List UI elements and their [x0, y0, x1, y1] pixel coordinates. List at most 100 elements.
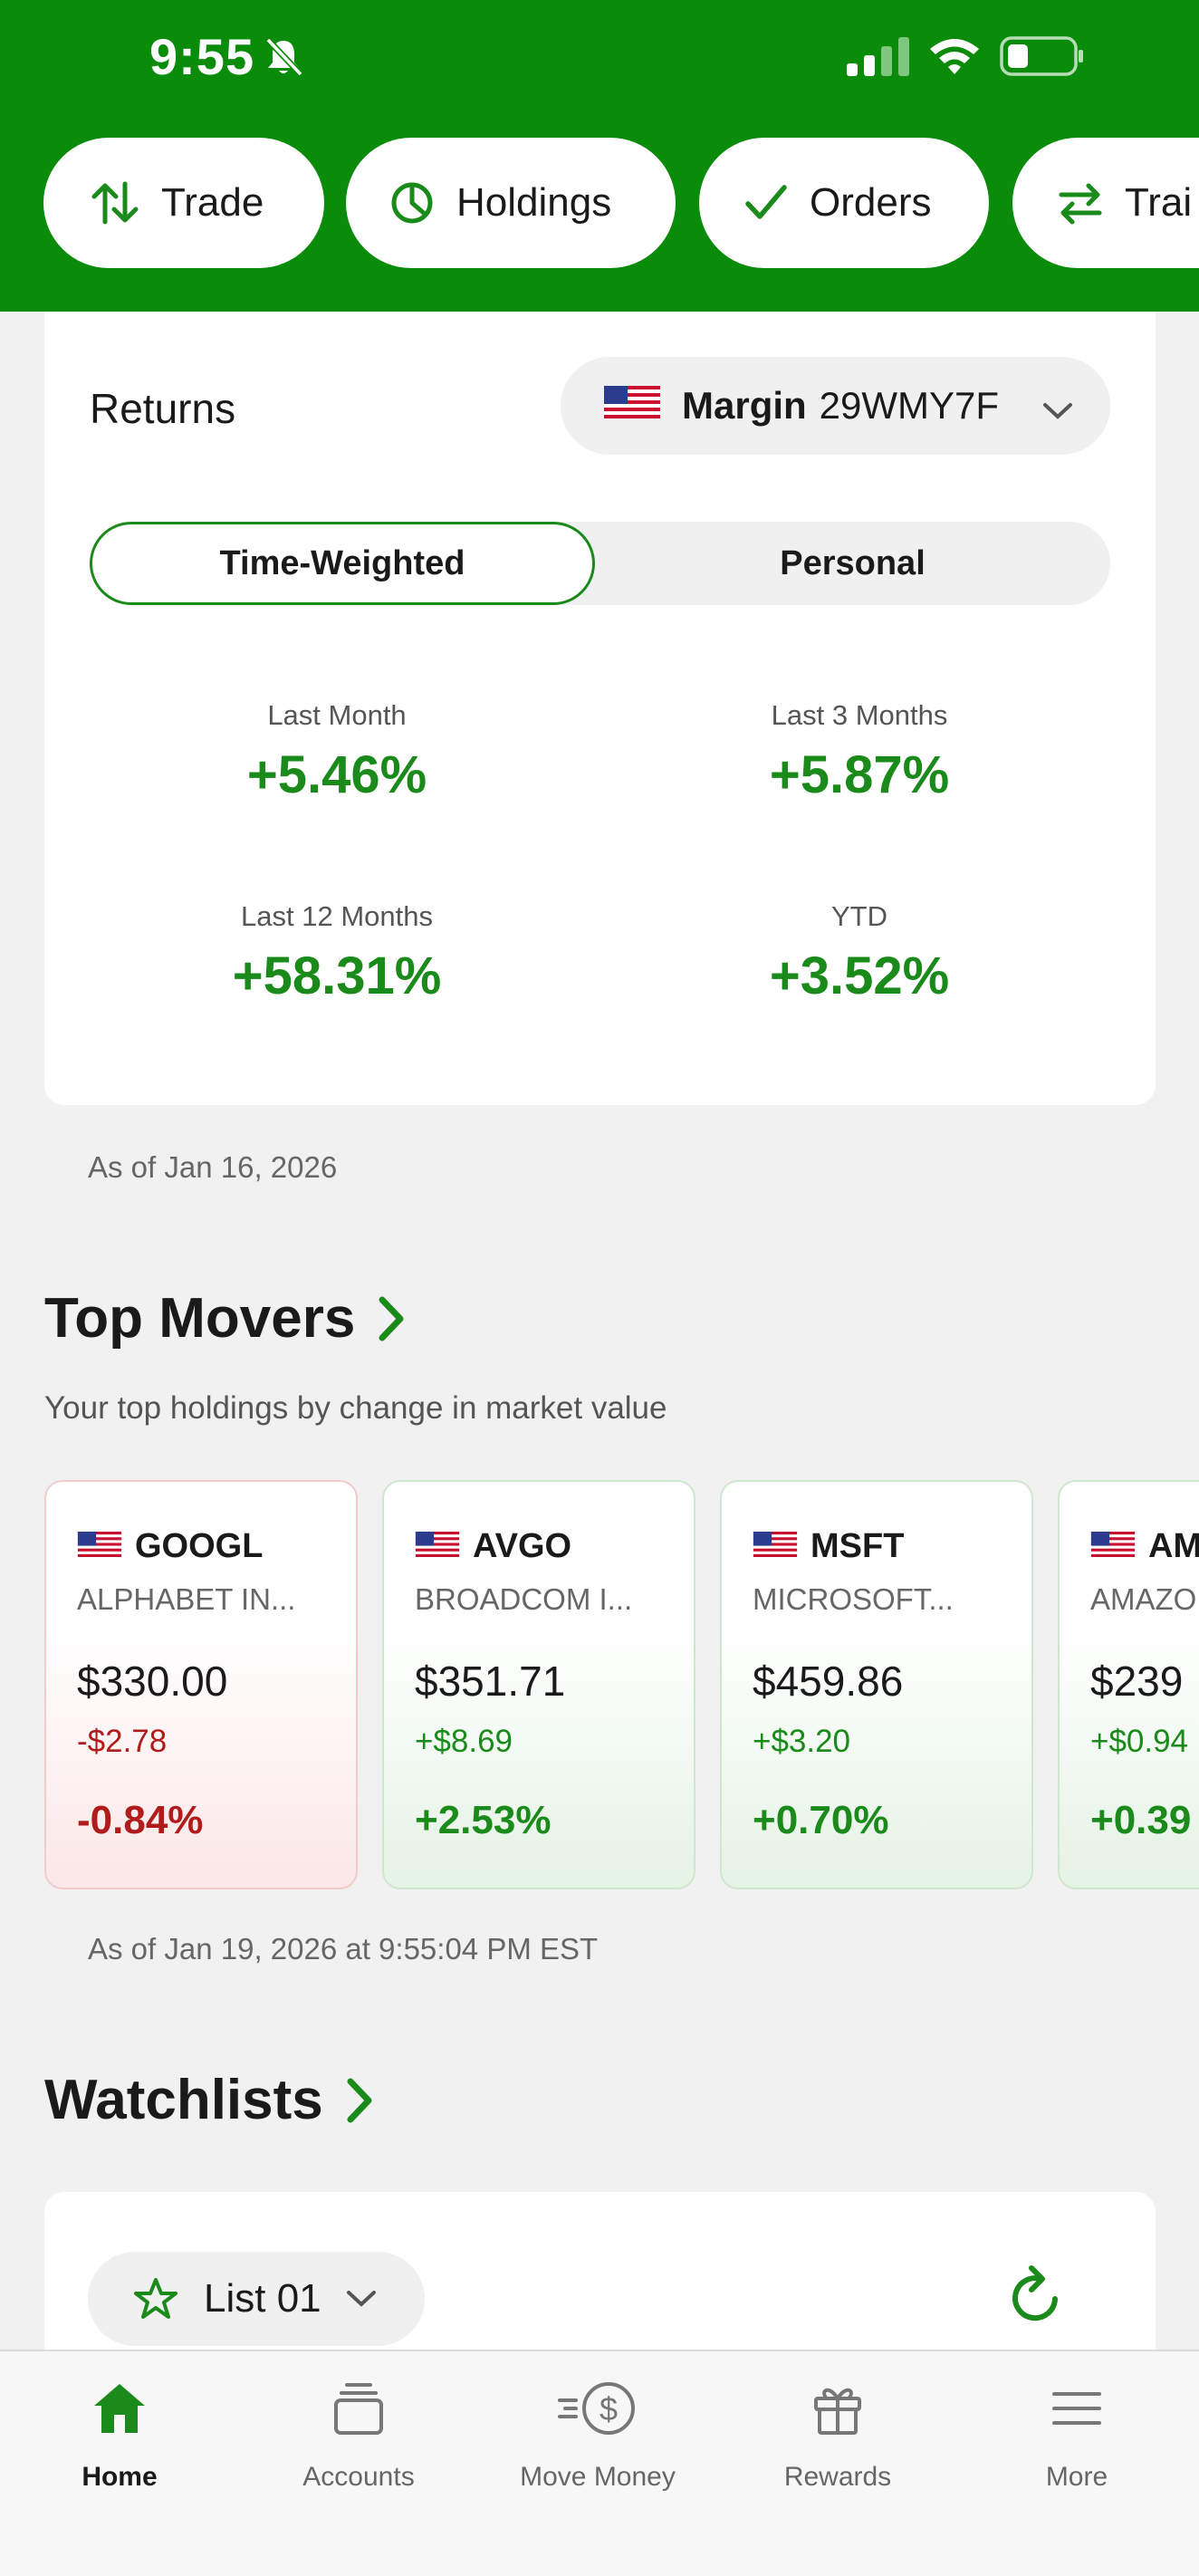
metric-value: +5.87% [769, 745, 950, 804]
bell-muted-icon [263, 36, 304, 82]
mover-percent: +0.70% [753, 1798, 889, 1842]
trade-button[interactable]: Trade [43, 138, 324, 268]
orders-button[interactable]: Orders [699, 138, 989, 268]
mover-card[interactable]: AVGO BROADCOM I... $351.71 +$8.69 +2.53% [382, 1480, 695, 1889]
mover-card[interactable]: GOOGL ALPHABET IN... $330.00 -$2.78 -0.8… [44, 1480, 358, 1889]
nav-label: Move Money [520, 2462, 676, 2492]
star-icon [133, 2277, 178, 2321]
orders-label: Orders [810, 180, 932, 225]
tab-time-weighted[interactable]: Time-Weighted [90, 522, 595, 605]
top-movers-heading[interactable]: Top Movers [44, 1286, 408, 1350]
us-flag-icon [77, 1527, 122, 1566]
mover-symbol: AM [1148, 1527, 1199, 1565]
arrows-up-down-icon [91, 180, 139, 226]
mover-percent: -0.84% [77, 1798, 204, 1842]
top-movers-as-of: As of Jan 19, 2026 at 9:55:04 PM EST [88, 1932, 599, 1966]
quick-actions-bar: Trade Holdings Orders Trai [0, 138, 1199, 269]
top-movers-subtitle: Your top holdings by change in market va… [44, 1390, 667, 1426]
mover-name: MICROSOFT... [753, 1582, 954, 1616]
mover-price: $239 [1090, 1658, 1184, 1705]
chevron-down-icon [1041, 388, 1074, 431]
watchlist-name: List 01 [204, 2276, 321, 2321]
nav-label: Home [82, 2462, 158, 2492]
us-flag-icon [604, 384, 660, 428]
mover-symbol: AVGO [473, 1527, 572, 1565]
nav-accounts[interactable]: Accounts [241, 2377, 476, 2493]
mover-change: -$2.78 [77, 1724, 168, 1759]
status-time: 9:55 [149, 28, 255, 85]
app-header: 9:55 Trade Holdings Orders Trai [0, 0, 1199, 312]
cellular-signal-icon [847, 36, 912, 81]
us-flag-icon [753, 1527, 798, 1566]
nav-label: Accounts [302, 2462, 415, 2492]
top-movers-title: Top Movers [44, 1287, 356, 1350]
status-bar: 9:55 [0, 0, 1199, 118]
transfer-button[interactable]: Trai [1012, 138, 1199, 268]
metric-last-3-months: Last 3 Months +5.87% [642, 699, 1077, 805]
tab-personal[interactable]: Personal [595, 522, 1110, 605]
wifi-icon [928, 34, 981, 81]
mover-change: +$0.94 [1090, 1724, 1189, 1759]
chevron-right-icon [343, 2076, 376, 2125]
nav-more[interactable]: More [959, 2377, 1194, 2493]
us-flag-icon [415, 1527, 460, 1566]
metric-label: Last 3 Months [771, 699, 948, 731]
nav-move-money[interactable]: $ Move Money [480, 2377, 715, 2493]
mover-change: +$3.20 [753, 1724, 851, 1759]
move-money-icon: $ [480, 2377, 715, 2440]
metric-label: Last 12 Months [241, 900, 433, 932]
mover-percent: +0.39 [1090, 1798, 1192, 1842]
mover-symbol: GOOGL [135, 1527, 264, 1565]
mover-change: +$8.69 [415, 1724, 513, 1759]
account-selector[interactable]: Margin 29WMY7F [561, 357, 1110, 455]
returns-card: Returns Margin 29WMY7F Time-Weighted Per… [44, 312, 1156, 1105]
returns-as-of: As of Jan 16, 2026 [88, 1150, 338, 1184]
mover-card[interactable]: AM AMAZO $239 +$0.94 +0.39 [1058, 1480, 1199, 1889]
watchlists-title: Watchlists [44, 2069, 323, 2131]
battery-icon [1000, 34, 1085, 82]
nav-home[interactable]: Home [2, 2377, 237, 2493]
us-flag-icon [1090, 1527, 1136, 1566]
pie-chart-icon [389, 180, 435, 226]
holdings-button[interactable]: Holdings [346, 138, 676, 268]
metric-last-12-months: Last 12 Months +58.31% [120, 900, 554, 1006]
metric-label: Last Month [267, 699, 407, 731]
mover-price: $330.00 [77, 1658, 228, 1705]
account-type: Margin [682, 384, 807, 427]
returns-title: Returns [90, 385, 236, 432]
watchlists-heading[interactable]: Watchlists [44, 2068, 376, 2132]
holdings-label: Holdings [456, 180, 612, 225]
refresh-icon[interactable] [1004, 2263, 1068, 2334]
metric-label: YTD [831, 900, 887, 932]
top-movers-carousel: GOOGL ALPHABET IN... $330.00 -$2.78 -0.8… [0, 1480, 1199, 1892]
transfer-arrows-icon [1058, 180, 1103, 226]
returns-type-toggle: Time-Weighted Personal [90, 522, 1110, 605]
trade-label: Trade [161, 180, 264, 225]
bottom-navigation: Home Accounts $ Move Money Rewards More [0, 2350, 1199, 2576]
mover-name: ALPHABET IN... [77, 1582, 296, 1616]
mover-name: BROADCOM I... [415, 1582, 633, 1616]
chevron-down-icon [345, 2288, 378, 2310]
nav-label: Rewards [783, 2462, 892, 2492]
transfer-label: Trai [1125, 180, 1193, 225]
mover-name: AMAZO [1090, 1582, 1197, 1616]
mover-card[interactable]: MSFT MICROSOFT... $459.86 +$3.20 +0.70% [720, 1480, 1033, 1889]
metric-last-month: Last Month +5.46% [120, 699, 554, 805]
mover-price: $459.86 [753, 1658, 904, 1705]
watchlist-selector[interactable]: List 01 [88, 2252, 425, 2346]
metric-value: +58.31% [232, 947, 442, 1005]
menu-icon [959, 2377, 1194, 2440]
mover-percent: +2.53% [415, 1798, 552, 1842]
nav-rewards[interactable]: Rewards [720, 2377, 955, 2493]
svg-text:$: $ [600, 2390, 618, 2427]
account-id: 29WMY7F [819, 384, 1000, 427]
home-icon [2, 2377, 237, 2440]
accounts-icon [241, 2377, 476, 2440]
chevron-right-icon [375, 1294, 408, 1343]
check-icon [744, 182, 788, 224]
mover-price: $351.71 [415, 1658, 566, 1705]
metric-value: +3.52% [769, 947, 950, 1005]
nav-label: More [1045, 2462, 1108, 2492]
metric-ytd: YTD +3.52% [642, 900, 1077, 1006]
metric-value: +5.46% [246, 745, 427, 804]
